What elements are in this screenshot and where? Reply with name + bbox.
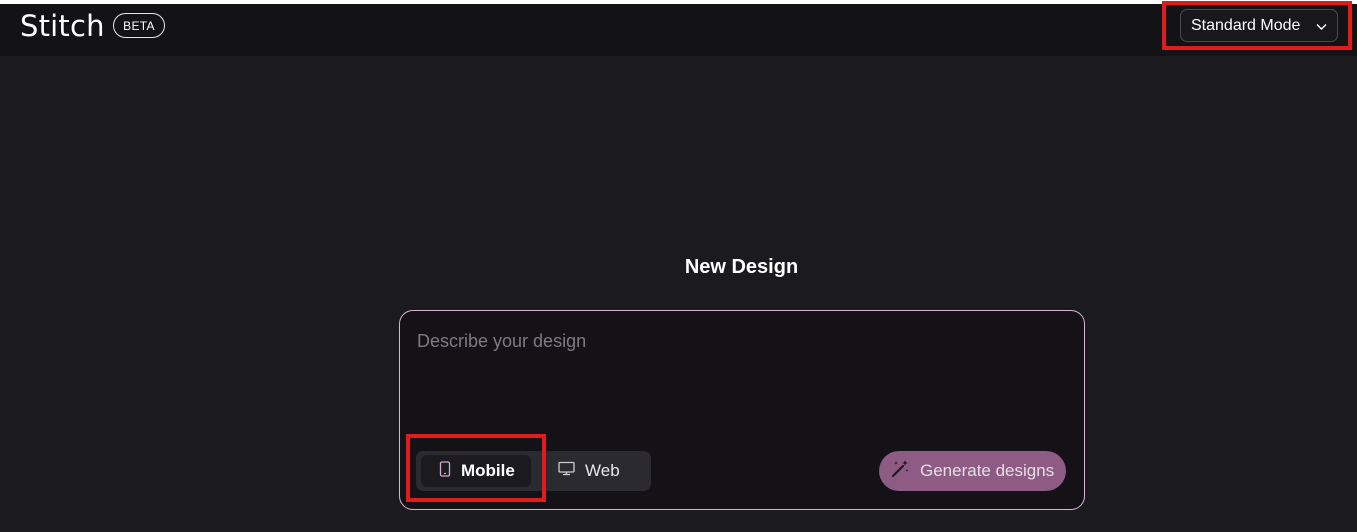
beta-badge: BETA xyxy=(113,13,165,38)
mode-dropdown-value: Standard Mode xyxy=(1191,16,1301,34)
mobile-option-label: Mobile xyxy=(461,461,515,480)
web-option[interactable]: Web xyxy=(558,455,648,487)
design-prompt-input[interactable] xyxy=(417,331,1057,431)
page-title: New Design xyxy=(684,256,799,278)
monitor-icon xyxy=(558,461,585,481)
app-logo[interactable]: Stitch xyxy=(20,9,105,43)
mode-dropdown[interactable]: Standard Mode xyxy=(1180,9,1338,42)
generate-designs-label: Generate designs xyxy=(920,461,1055,480)
phone-icon xyxy=(439,460,461,482)
generate-designs-button[interactable]: Generate designs xyxy=(879,451,1066,491)
chevron-down-icon xyxy=(1315,20,1328,38)
device-toggle: Mobile Web xyxy=(416,451,651,491)
app-header: Stitch BETA Standard Mode xyxy=(0,4,1357,56)
web-option-label: Web xyxy=(585,461,620,480)
magic-wand-icon xyxy=(891,459,920,483)
mobile-option[interactable]: Mobile xyxy=(421,455,531,487)
design-prompt-card: Mobile Web Generate designs xyxy=(399,310,1085,510)
